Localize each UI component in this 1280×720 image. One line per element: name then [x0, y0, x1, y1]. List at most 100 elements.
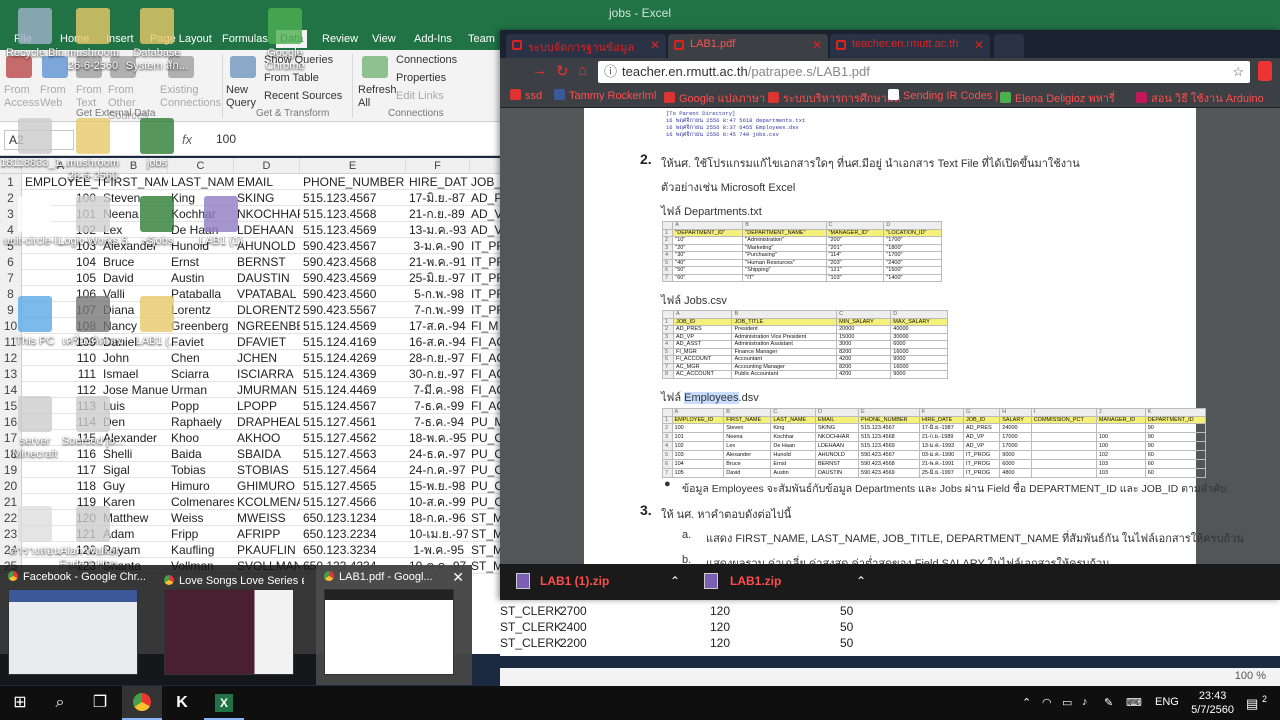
- desktop-icon[interactable]: LAB1 (...: [122, 296, 192, 348]
- table-row[interactable]: 20118GuyHimuroGHIMURO515.127.456515-พ.ย.…: [0, 478, 500, 494]
- desktop-icon[interactable]: Alan Walker - Fade 1 Hou...: [58, 506, 128, 571]
- edit-links-button[interactable]: Edit Links: [396, 90, 444, 103]
- cell[interactable]: FI_AC: [468, 350, 500, 366]
- cell[interactable]: 7-ก.พ.-99: [406, 302, 468, 318]
- cell[interactable]: 16-ส.ค.-94: [406, 334, 468, 350]
- cell[interactable]: JCHEN: [234, 350, 300, 366]
- address-bar[interactable]: ⓘ teacher.en.rmutt.ac.th/patrapee.s/LAB1…: [598, 61, 1250, 83]
- cell[interactable]: 515.124.4569: [300, 318, 406, 334]
- cell[interactable]: PU_M: [468, 414, 500, 430]
- cell[interactable]: JOB_: [468, 174, 500, 190]
- cell[interactable]: 50: [840, 620, 853, 634]
- thumbnail-window[interactable]: Facebook - Google Chr...: [0, 565, 156, 685]
- cell[interactable]: PU_C: [468, 446, 500, 462]
- cell[interactable]: ST_CLERK: [500, 620, 562, 634]
- cell[interactable]: 515.127.4564: [300, 462, 406, 478]
- refresh-all-button[interactable]: Refresh All: [358, 84, 392, 110]
- cell[interactable]: IT_PF: [468, 254, 500, 270]
- cell[interactable]: PHONE_NUMBER: [300, 174, 406, 190]
- cell[interactable]: SBAIDA: [234, 446, 300, 462]
- cell[interactable]: 120: [710, 620, 730, 634]
- cell[interactable]: AKHOO: [234, 430, 300, 446]
- cell[interactable]: Shelli: [100, 446, 168, 462]
- tab-team[interactable]: Team: [464, 30, 499, 48]
- cell[interactable]: Kaufling: [168, 542, 234, 558]
- dir-line[interactable]: 16 พฤศจิกายน 2556 8:47 5618 departments.…: [666, 117, 805, 124]
- existing-connections-button[interactable]: Existing Connections: [160, 84, 220, 110]
- back-arrow-icon[interactable]: →: [532, 62, 547, 79]
- cell[interactable]: PU_C: [468, 462, 500, 478]
- language-indicator[interactable]: ENG: [1155, 696, 1179, 708]
- zoom-level[interactable]: 100 %: [1235, 670, 1266, 682]
- cell[interactable]: 590.423.4568: [300, 254, 406, 270]
- cell[interactable]: 515.124.4369: [300, 366, 406, 382]
- bookmark-item[interactable]: Tammy Rockerlml: [554, 89, 656, 102]
- cell[interactable]: Colmenares: [168, 494, 234, 510]
- excel-taskbar-icon[interactable]: X: [204, 686, 244, 720]
- cell[interactable]: Himuro: [168, 478, 234, 494]
- pen-icon[interactable]: ✎: [1104, 696, 1113, 709]
- task-view-icon[interactable]: ❐: [80, 686, 120, 720]
- desktop-icon[interactable]: ~$jobs: [122, 196, 192, 248]
- cell[interactable]: JMURMAN: [234, 382, 300, 398]
- cell[interactable]: 25-มิ.ย.-97: [406, 270, 468, 286]
- recent-sources-button[interactable]: Recent Sources: [264, 90, 342, 103]
- new-query-button[interactable]: New Query: [226, 84, 256, 110]
- chrome-taskbar-icon[interactable]: [122, 686, 162, 720]
- clock[interactable]: 23:43 5/7/2560: [1191, 689, 1234, 717]
- from-table-button[interactable]: From Table: [264, 72, 319, 85]
- connections-button[interactable]: Connections: [396, 54, 457, 67]
- cell[interactable]: 13-ม.ค.-93: [406, 222, 468, 238]
- cell[interactable]: MWEISS: [234, 510, 300, 526]
- column-header[interactable]: D: [234, 158, 300, 174]
- cell[interactable]: 515.123.4567: [300, 190, 406, 206]
- cell[interactable]: 120: [710, 636, 730, 650]
- cell[interactable]: AFRIPP: [234, 526, 300, 542]
- cell[interactable]: 7-ธ.ค.-94: [406, 414, 468, 430]
- cell[interactable]: STOBIAS: [234, 462, 300, 478]
- thumbnail-window[interactable]: Love Songs Love Series ตอน สุขา...: [156, 565, 312, 685]
- cell[interactable]: 7-ธ.ค.-99: [406, 398, 468, 414]
- cell[interactable]: John: [100, 350, 168, 366]
- cell[interactable]: 590.423.4567: [300, 238, 406, 254]
- cell[interactable]: Sciarra: [168, 366, 234, 382]
- chrome-tab-active[interactable]: LAB1.pdf ✕: [668, 34, 828, 58]
- tray-chevron-icon[interactable]: ⌃: [1022, 696, 1031, 709]
- chrome-tab[interactable]: ระบบจัดการฐานข้อมูล ✕: [506, 34, 666, 58]
- table-row[interactable]: 18116ShelliBaidaSBAIDA515.127.456324-ธ.ค…: [0, 446, 500, 462]
- cell[interactable]: 105: [22, 270, 100, 286]
- cell[interactable]: 10-เม.ย.-97: [406, 526, 468, 542]
- spreadsheet-lower-cells[interactable]: ST_CLERK270012050ST_CLERK240012050ST_CLE…: [500, 600, 1280, 656]
- desktop-icon[interactable]: Google Chrome: [250, 8, 320, 73]
- close-icon[interactable]: ✕: [974, 38, 984, 52]
- row-number[interactable]: 1: [0, 174, 22, 190]
- cell[interactable]: AD_V: [468, 206, 500, 222]
- cell[interactable]: IT_PF: [468, 302, 500, 318]
- chrome-tab[interactable]: teacher.en.rmutt.ac.th ✕: [830, 34, 990, 58]
- desktop-icon[interactable]: mushroom 28-5-2560: [58, 118, 128, 183]
- bookmark-item[interactable]: Google แปลภาษา: [664, 89, 765, 107]
- cell[interactable]: 118: [22, 478, 100, 494]
- row-number[interactable]: 12: [0, 350, 22, 366]
- page-info-icon[interactable]: ⓘ: [604, 61, 617, 83]
- dir-line[interactable]: 16 พฤศจิกายน 2556 8:45 749 jobs.csv: [666, 131, 805, 138]
- cell[interactable]: 28-ก.ย.-97: [406, 350, 468, 366]
- download-item[interactable]: LAB1 (1).zip: [540, 574, 609, 588]
- cell[interactable]: 515.127.4563: [300, 446, 406, 462]
- cell[interactable]: FI_AC: [468, 398, 500, 414]
- cell[interactable]: GHIMURO: [234, 478, 300, 494]
- search-icon[interactable]: ⌕: [40, 686, 80, 720]
- cell[interactable]: Fripp: [168, 526, 234, 542]
- cell[interactable]: 3-ม.ค.-90: [406, 238, 468, 254]
- cell[interactable]: 2700: [560, 604, 587, 618]
- cell[interactable]: 2200: [560, 636, 587, 650]
- cell[interactable]: Ismael: [100, 366, 168, 382]
- desktop-icon[interactable]: jobs: [122, 118, 192, 170]
- cell[interactable]: Tobias: [168, 462, 234, 478]
- cell[interactable]: 650.123.1234: [300, 510, 406, 526]
- dir-line[interactable]: 16 พฤศจิกายน 2556 8:37 6455 Employees.ds…: [666, 124, 805, 131]
- cell[interactable]: Baida: [168, 446, 234, 462]
- cell[interactable]: DAUSTIN: [234, 270, 300, 286]
- table-row[interactable]: 12110JohnChenJCHEN515.124.426928-ก.ย.-97…: [0, 350, 500, 366]
- cell[interactable]: 111: [22, 366, 100, 382]
